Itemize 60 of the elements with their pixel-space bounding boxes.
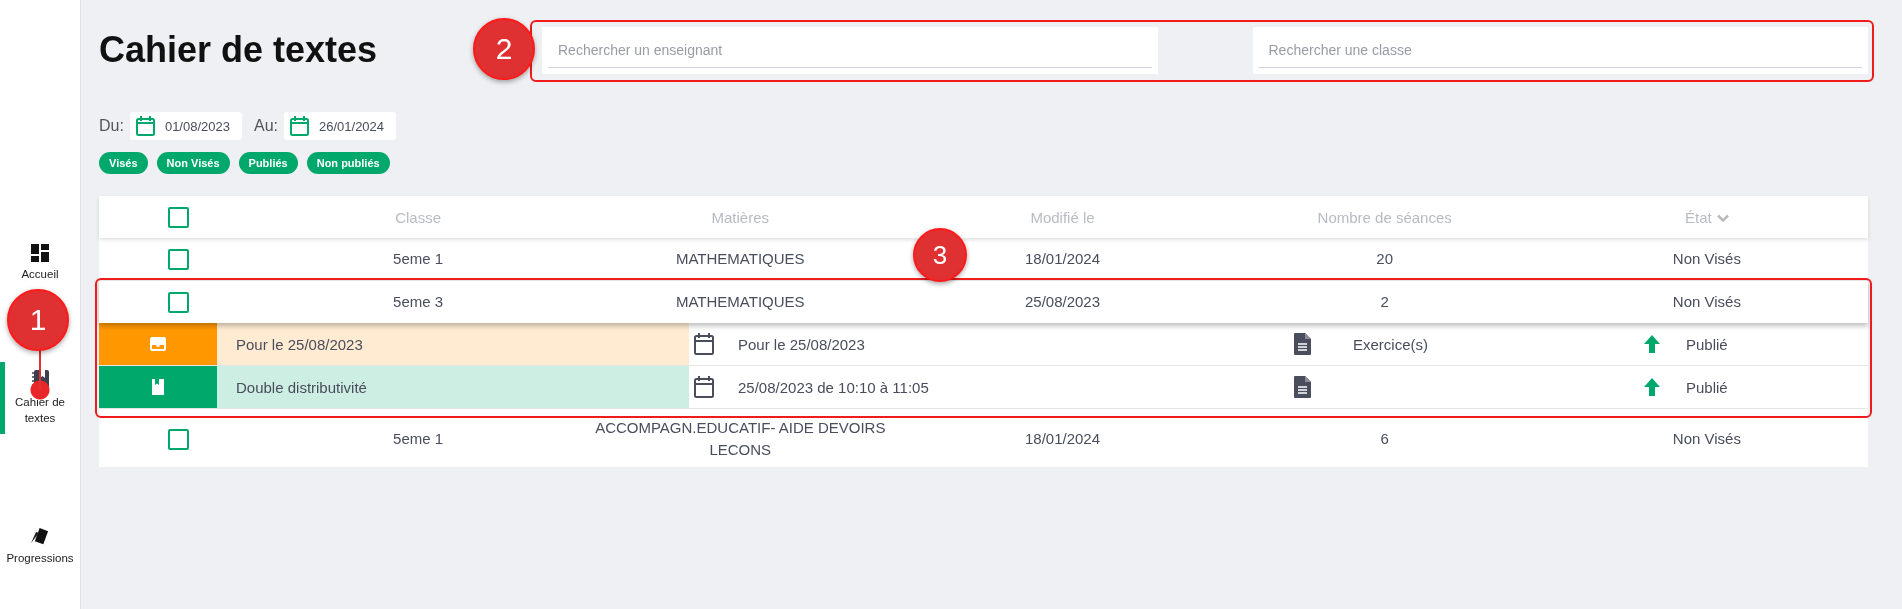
entry-type: Exercice(s) xyxy=(1353,335,1428,353)
table-cell-text: 2 xyxy=(1380,292,1389,312)
table-cell-text: 18/01/2024 xyxy=(1024,429,1101,449)
cards-icon xyxy=(31,528,49,546)
entry-date: Pour le 25/08/2023 xyxy=(738,335,865,353)
date-field[interactable]: 01/08/2023 xyxy=(129,112,242,140)
calendar-icon xyxy=(694,376,714,398)
column-header[interactable]: Classe xyxy=(257,208,580,226)
entry-status: Publié xyxy=(1686,378,1728,396)
entry-title: Pour le 25/08/2023 xyxy=(236,335,363,353)
table-cell-text: 5eme 1 xyxy=(393,429,444,449)
checkbox[interactable] xyxy=(167,248,189,270)
date-field[interactable]: 26/01/2024 xyxy=(284,112,397,140)
column-header[interactable]: État xyxy=(1545,208,1868,226)
entry-date: 25/08/2023 de 10:10 à 11:05 xyxy=(738,378,929,396)
search-field[interactable]: Rechercher une classe xyxy=(1258,32,1862,68)
calendar-icon xyxy=(694,333,714,355)
page-title: Cahier de textes xyxy=(99,29,378,71)
entry-status: Publié xyxy=(1686,335,1728,353)
checkbox[interactable] xyxy=(167,206,189,228)
search-field[interactable]: Rechercher un enseignant xyxy=(548,32,1152,68)
checkbox[interactable] xyxy=(167,291,189,313)
table-cell-text: 5eme 1 xyxy=(393,249,444,269)
table-cell-text: MATHEMATIQUES xyxy=(675,292,805,312)
table-cell-text: 5eme 3 xyxy=(393,292,444,312)
table-cell-text: Non Visés xyxy=(1672,292,1741,312)
table-cell-text: MATHEMATIQUES xyxy=(675,249,805,269)
chevron-down-icon xyxy=(1716,213,1729,223)
filter-chip[interactable]: Non publiés xyxy=(306,152,390,174)
inbox-icon xyxy=(150,337,166,351)
calendar-icon xyxy=(135,116,155,136)
callout-marker: 2 xyxy=(473,18,535,80)
table-cell-text: ACCOMPAGN.EDUCATIF- AIDE DEVOIRS LECONS xyxy=(594,418,887,460)
table-cell-text: 20 xyxy=(1376,249,1394,269)
callout-pin xyxy=(30,348,50,400)
date-label: Du: xyxy=(99,117,124,135)
column-header[interactable]: Matières xyxy=(579,208,902,226)
document-icon xyxy=(1294,376,1311,398)
table-cell-text: 18/01/2024 xyxy=(1024,249,1101,269)
table-cell-text: Non Visés xyxy=(1672,429,1741,449)
date-label: Au: xyxy=(254,117,278,135)
filter-chip[interactable]: Publiés xyxy=(238,152,298,174)
table-cell-text: 25/08/2023 xyxy=(1024,292,1101,312)
checkbox[interactable] xyxy=(167,428,189,450)
arrow-up-icon xyxy=(1644,335,1660,353)
book-icon xyxy=(151,379,165,395)
table-cell-text: 6 xyxy=(1380,429,1389,449)
nav-item[interactable]: Progressions xyxy=(6,550,74,566)
column-header[interactable]: Modifié le xyxy=(901,208,1224,226)
calendar-icon xyxy=(290,116,309,136)
column-header[interactable]: Nombre de séances xyxy=(1223,208,1546,226)
arrow-up-icon xyxy=(1644,378,1660,396)
table-cell-text: Non Visés xyxy=(1672,249,1741,269)
filter-chip[interactable]: Non Visés xyxy=(156,152,230,174)
nav-item[interactable]: Cahier de textes xyxy=(3,394,77,426)
dashboard-icon xyxy=(31,244,49,262)
filter-chip[interactable]: Visés xyxy=(99,152,148,174)
entry-title: Double distributivité xyxy=(236,378,367,396)
document-icon xyxy=(1294,333,1311,355)
nav-item[interactable]: Accueil xyxy=(21,266,59,282)
